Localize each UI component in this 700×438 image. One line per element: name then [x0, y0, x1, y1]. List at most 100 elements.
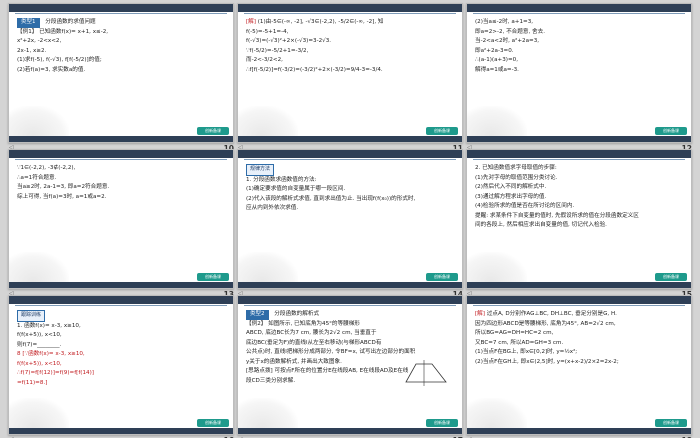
- slide-heading-tag: 类型1: [17, 18, 40, 28]
- slide-thumbnail[interactable]: 类型1 分段函数的求值问题 【例1】 已知函数f(x)= x+1, x≤-2, x²…: [8, 3, 234, 143]
- corner-badge[interactable]: 创新备课: [426, 273, 458, 281]
- slide-footer-bar: [9, 428, 233, 434]
- slide-text-line: f(-√3)=(-√3)²+2×(-√3)=3-2√3.: [246, 37, 454, 47]
- decorative-flower-graphic: [238, 106, 298, 136]
- decorative-flower-graphic: [467, 398, 527, 428]
- corner-badge[interactable]: 创新备课: [426, 127, 458, 135]
- slide-thumbnail[interactable]: [解] 过点A, D分别作AG⊥BC, DH⊥BC, 垂足分别是G, H. 因为四…: [466, 295, 692, 435]
- slide-text: (4)检验所求的值是否在所讨论的区间内.: [475, 203, 575, 209]
- decorative-flower-graphic: [9, 398, 69, 428]
- slide-text-line: =f(11)=8.]: [17, 379, 225, 389]
- slide-text: (2)然后代入不同的解析式中.: [475, 184, 547, 190]
- corner-badge[interactable]: 创新备课: [655, 127, 687, 135]
- slide-text-line: 规律方法: [246, 164, 454, 176]
- corner-badge[interactable]: 创新备课: [197, 419, 229, 427]
- slide-text-line: 即a=2>-2, 不合题意, 舍去.: [475, 28, 683, 38]
- slide-text: ∵f(-5/2)=-5/2+1=-3/2,: [246, 47, 309, 54]
- slide-text: 分段函数的求值问题: [45, 19, 96, 25]
- slide-text-line: 所以BG=AG=DH=HC=2 cm,: [475, 329, 683, 339]
- slide-text-line: 则f(7)=________.: [17, 341, 225, 351]
- slide-text-line: (1)求f(-5), f(-√3), f[f(-5/2)]的值;: [17, 56, 225, 66]
- slide-thumbnail[interactable]: (2)当a≤-2时, a+1=3, 即a=2>-2, 不合题意, 舍去. 当-2<a…: [466, 3, 692, 143]
- slide-footer-bar: [238, 136, 462, 142]
- slide-text-line: ∵f(-5/2)=-5/2+1=-3/2,: [246, 47, 454, 57]
- slide-text-line: (2)然后代入不同的解析式中.: [475, 183, 683, 193]
- slide-content: 规律方法 1. 分段函数求函数值的方法: (1)确定要求值的自变量属于哪一段区间.…: [246, 164, 454, 214]
- decorative-flower-graphic: [238, 398, 298, 428]
- slide-text: 过点A, D分别作AG⊥BC, DH⊥BC, 垂足分别是G, H.: [486, 311, 617, 317]
- slide-content: [解] 过点A, D分别作AG⊥BC, DH⊥BC, 垂足分别是G, H. 因为四…: [475, 310, 683, 367]
- slide-text-line: 当-2<a<2时, a²+2a=3,: [475, 37, 683, 47]
- slide-text-line: [解] (1)由-5∈(-∞, -2], -√3∈(-2,2), -5/2∈(-…: [246, 18, 454, 28]
- slide-text-line: ∵1∈(-2,2), -3∉(-2,2),: [17, 164, 225, 174]
- slide-text-line: f(f(x+5)), x<10,: [17, 331, 225, 341]
- slide-content: [解] (1)由-5∈(-∞, -2], -√3∈(-2,2), -5/2∈(-…: [246, 18, 454, 75]
- corner-badge[interactable]: 创新备课: [197, 273, 229, 281]
- slide-text-line: x²+2x, -2<x<2,: [17, 37, 225, 47]
- slide-thumbnail[interactable]: 跟踪训练 1. 函数f(x)= x-3, x≥10, f(f(x+5)), x<1…: [8, 295, 234, 435]
- slide-text-line: 当a≥2时, 2a-1=3, 即a=2符合题意.: [17, 183, 225, 193]
- slide-heading-tag: 类型2: [246, 310, 269, 320]
- slide-content: 跟踪训练 1. 函数f(x)= x-3, x≥10, f(f(x+5)), x<1…: [17, 310, 225, 388]
- slide-text: ABCD, 底边BC长为7 cm, 腰长为2√2 cm, 当垂直于: [246, 330, 377, 336]
- slide-header-bar: [238, 150, 462, 160]
- slide-text-line: 综上可得, 当f(a)=3时, a=1或a=2.: [17, 193, 225, 203]
- slide-text: 应从内到外依次求值.: [246, 205, 299, 211]
- slide-text: (2)若f(a)=3, 求实数a的值.: [17, 66, 86, 73]
- slide-text-line: 【例2】 如图所示, 已知底角为45°的等腰梯形: [246, 320, 454, 330]
- corner-badge[interactable]: 创新备课: [655, 419, 687, 427]
- slide-text: f(f(x+5)), x<10,: [17, 332, 62, 338]
- slide-text: (1)先对字母的取值范围分类讨论.: [475, 174, 558, 181]
- slide-thumbnail[interactable]: [解] (1)由-5∈(-∞, -2], -√3∈(-2,2), -5/2∈(-…: [237, 3, 463, 143]
- slide-footer-bar: [467, 282, 691, 288]
- slide-text: 1. 函数f(x)= x-3, x≥10,: [17, 322, 81, 329]
- slide-text-line: ∴a=1符合题意.: [17, 174, 225, 184]
- slide-thumbnail[interactable]: 规律方法 1. 分段函数求函数值的方法: (1)确定要求值的自变量属于哪一段区间.…: [237, 149, 463, 289]
- slide-heading-tag: 跟踪训练: [17, 310, 46, 322]
- corner-badge[interactable]: 创新备课: [426, 419, 458, 427]
- slide-text: 段CD三类分别求解.: [246, 377, 296, 384]
- slide-text-line: 应从内到外依次求值.: [246, 204, 454, 214]
- slide-text: 【例1】 已知函数f(x)= x+1, x≤-2,: [17, 28, 109, 35]
- slide-text-line: ∴f[f(-5/2)]=f(-3/2)=(-3/2)²+2×(-3/2)=9/4…: [246, 66, 454, 76]
- slide-text: 即a²+2a-3=0.: [475, 47, 514, 54]
- slide-footer-bar: [238, 282, 462, 288]
- slide-header-bar: [9, 296, 233, 306]
- slide-text: 所以BG=AG=DH=HC=2 cm,: [475, 330, 554, 336]
- slide-header-bar: [467, 150, 691, 160]
- slide-header-bar: [238, 4, 462, 14]
- slide-text-line: f(f(x+5)), x<10,: [17, 360, 225, 370]
- slide-thumbnail[interactable]: ∵1∈(-2,2), -3∉(-2,2), ∴a=1符合题意. 当a≥2时, 2a-…: [8, 149, 234, 289]
- trapezoid-shape: [405, 363, 447, 383]
- corner-badge[interactable]: 创新备课: [655, 273, 687, 281]
- slide-text-line: (3)通过解方程求出字母的值.: [475, 193, 683, 203]
- slide-text: (3)通过解方程求出字母的值.: [475, 193, 547, 200]
- corner-badge[interactable]: 创新备课: [197, 127, 229, 135]
- slide-heading-tag: [解]: [246, 19, 256, 25]
- slide-text: 2. 已知函数值求字母取值的步骤:: [475, 165, 557, 171]
- slide-text: f(-5)=-5+1=-4,: [246, 28, 289, 35]
- slide-header-bar: [9, 150, 233, 160]
- slide-thumbnail[interactable]: 类型2 分段函数的解析式 【例2】 如图所示, 已知底角为45°的等腰梯形 ABCD…: [237, 295, 463, 435]
- slide-text-line: (2)代入该段的解析式求值, 直到求出值为止. 当出现f(f(x₀))的形式时,: [246, 195, 454, 205]
- slide-text-line: ∴f(7)=f[f(12)]=f(9)=f[f(14)]: [17, 369, 225, 379]
- slide-text: 间的各段上, 然后相应求出自变量的值, 切记代入检验.: [475, 222, 607, 228]
- slide-text: 即a=2>-2, 不合题意, 舍去.: [475, 28, 545, 35]
- slide-text-line: 2x-1, x≥2.: [17, 47, 225, 57]
- slide-text-line: 又BC=7 cm, 所以AD=GH=3 cm.: [475, 339, 683, 349]
- slide-text-line: (2)当a≤-2时, a+1=3,: [475, 18, 683, 28]
- slide-content: 类型1 分段函数的求值问题 【例1】 已知函数f(x)= x+1, x≤-2, x²…: [17, 18, 225, 75]
- slide-content: (2)当a≤-2时, a+1=3, 即a=2>-2, 不合题意, 舍去. 当-2<a…: [475, 18, 683, 75]
- decorative-flower-graphic: [467, 252, 527, 282]
- decorative-flower-graphic: [9, 252, 69, 282]
- slide-text: ∵1∈(-2,2), -3∉(-2,2),: [17, 165, 76, 171]
- slide-thumbnail[interactable]: 2. 已知函数值求字母取值的步骤: (1)先对字母的取值范围分类讨论. (2)然后代…: [466, 149, 692, 289]
- slide-footer-bar: [9, 136, 233, 142]
- slide-text: 提醒: 求某条件下自变量的值时, 先假设所求的值在分段函数定义区: [475, 212, 639, 219]
- slide-header-bar: [238, 296, 462, 306]
- slide-heading-tag: 规律方法: [246, 164, 275, 176]
- slide-header-bar: [467, 296, 691, 306]
- slide-text-line: 类型1 分段函数的求值问题: [17, 18, 225, 28]
- slide-text: 【例2】 如图所示, 已知底角为45°的等腰梯形: [246, 320, 360, 327]
- slide-text-line: 而-2<-3/2<2,: [246, 56, 454, 66]
